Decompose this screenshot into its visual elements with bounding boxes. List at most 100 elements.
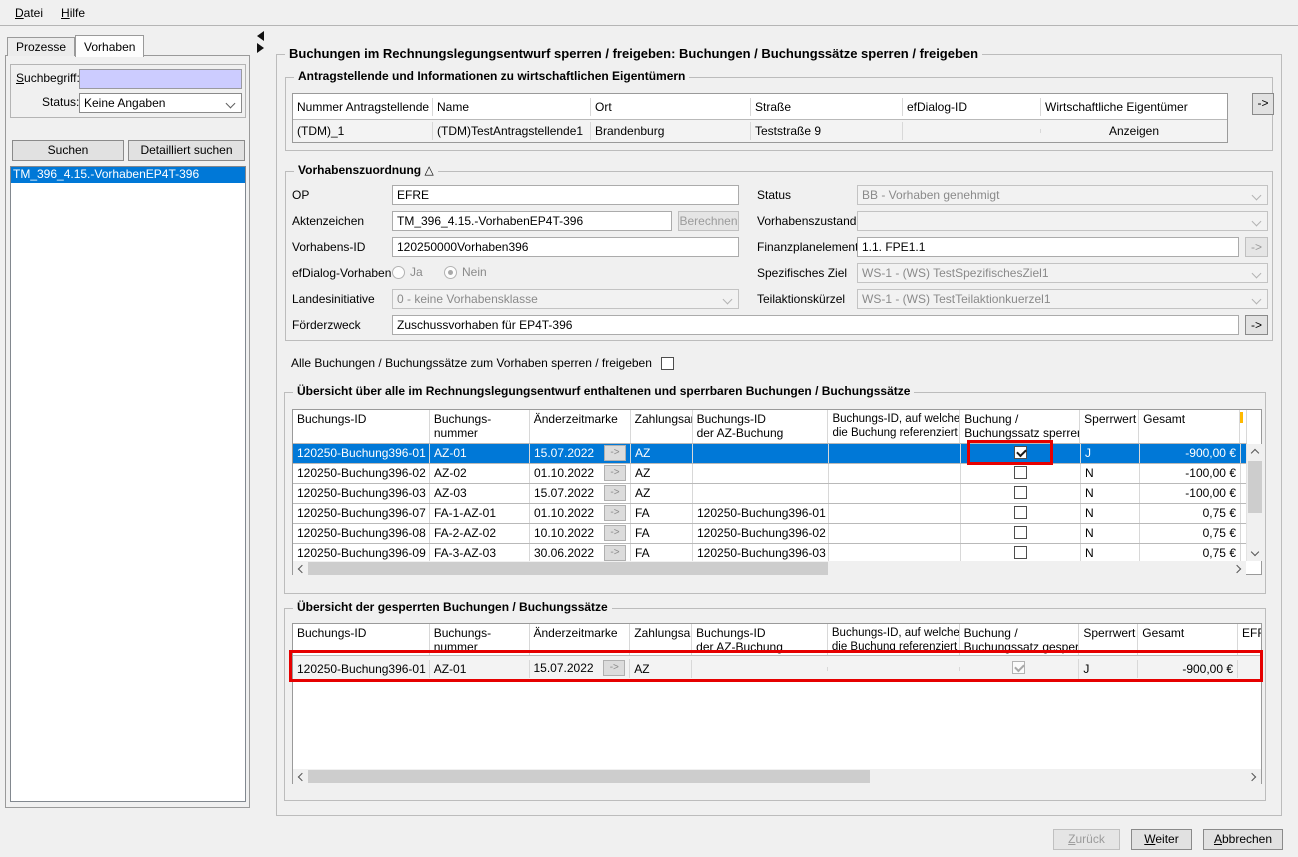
table-row[interactable]: 120250-Buchung396-09 FA-3-AZ-03 30.06.20… — [293, 544, 1247, 561]
scroll-left-icon — [298, 772, 306, 780]
zurueck-button[interactable]: Zurück — [1053, 829, 1120, 850]
row-arrow-button[interactable]: -> — [604, 505, 626, 521]
lock-row-checkbox[interactable] — [1014, 466, 1027, 479]
efdialog-vorhaben-label: efDialog-Vorhaben — [292, 263, 391, 280]
table-row[interactable]: 120250-Buchung396-01 AZ-01 15.07.2022-> … — [293, 444, 1247, 464]
table-row[interactable]: 120250-Buchung396-07 FA-1-AZ-01 01.10.20… — [293, 504, 1247, 524]
row-arrow-button[interactable]: -> — [604, 545, 626, 561]
lock-row-checkbox[interactable] — [1014, 506, 1027, 519]
lock-all-checkbox[interactable] — [661, 357, 674, 370]
scroll-left-button[interactable] — [293, 769, 308, 784]
radio-icon — [392, 266, 405, 279]
spezifisches-ziel-select[interactable]: WS-1 - (WS) TestSpezifischesZiel1 — [857, 263, 1268, 283]
scroll-right-button[interactable] — [1246, 769, 1261, 784]
application-window: Datei Hilfe Prozesse Vorhaben Suchbegrif… — [0, 0, 1298, 857]
sidebar-tabs: Prozesse Vorhaben — [7, 34, 144, 56]
scroll-right-icon — [1248, 772, 1256, 780]
page-title: Buchungen im Rechnungslegungsentwurf spe… — [285, 46, 982, 61]
suchen-button[interactable]: Suchen — [12, 140, 124, 161]
scroll-left-icon — [298, 564, 306, 572]
row-arrow-button[interactable]: -> — [604, 525, 626, 541]
scroll-up-button[interactable] — [1247, 444, 1262, 459]
applicants-table-header: Nummer Antragstellende Name Ort Straße e… — [293, 94, 1227, 120]
scroll-down-icon — [1250, 548, 1258, 556]
chevron-down-icon — [1252, 191, 1262, 201]
status-select[interactable]: Keine Angaben — [79, 93, 242, 113]
op-input[interactable]: EFRE — [392, 185, 739, 205]
foerderzweck-arrow-button[interactable]: -> — [1245, 315, 1268, 335]
teilaktionskuerzel-label: Teilaktionskürzel — [757, 289, 845, 306]
scroll-down-button[interactable] — [1247, 546, 1262, 561]
sidebar: Prozesse Vorhaben Suchbegriff: Status: K… — [5, 34, 250, 808]
horizontal-scrollbar[interactable] — [293, 561, 1246, 576]
overview-table-header: Buchungs-ID Buchungs-nummer Änderzeitmar… — [293, 410, 1247, 444]
anzeigen-cell-button[interactable]: Anzeigen — [1041, 122, 1227, 140]
search-input[interactable] — [79, 69, 242, 89]
horizontal-scrollbar[interactable] — [293, 769, 1261, 784]
locked-table: Buchungs-ID Buchungs-nummer Änderzeitmar… — [292, 623, 1262, 784]
foerderzweck-input[interactable]: Zuschussvorhaben für EP4T-396 — [392, 315, 1239, 335]
vorhabenszustand-label: Vorhabenszustand — [757, 211, 856, 228]
chevron-down-icon — [1252, 269, 1262, 279]
scrollbar-thumb[interactable] — [308, 562, 828, 575]
weiter-button[interactable]: Weiter — [1131, 829, 1192, 850]
table-row[interactable]: 120250-Buchung396-02 AZ-02 01.10.2022-> … — [293, 464, 1247, 484]
landesinitiative-label: Landesinitiative — [292, 289, 375, 306]
status-field-label: Status — [757, 185, 791, 202]
table-row[interactable]: 120250-Buchung396-08 FA-2-AZ-02 10.10.20… — [293, 524, 1247, 544]
locked-legend: Übersicht der gesperrten Buchungen / Buc… — [293, 600, 612, 614]
applicants-arrow-button[interactable]: -> — [1252, 93, 1274, 115]
vertical-scrollbar[interactable] — [1246, 444, 1262, 561]
applicant-row[interactable]: (TDM)_1 (TDM)TestAntragstellende1 Brande… — [293, 120, 1227, 142]
clipped-column-header — [1240, 410, 1246, 443]
menu-datei[interactable]: Datei — [8, 4, 50, 22]
row-arrow-button[interactable]: -> — [604, 465, 626, 481]
detailliert-suchen-button[interactable]: Detailliert suchen — [128, 140, 245, 161]
aktenzeichen-input[interactable]: TM_396_4.15.-VorhabenEP4T-396 — [392, 211, 672, 231]
vorhabens-id-input[interactable]: 120250000Vorhaben396 — [392, 237, 739, 257]
assignment-legend: Vorhabenszuordnung △ — [294, 163, 438, 177]
menu-hilfe[interactable]: Hilfe — [54, 4, 92, 22]
lock-row-checkbox[interactable] — [1014, 546, 1027, 559]
vorhabenszustand-select[interactable] — [857, 211, 1268, 231]
assignment-groupbox: Vorhabenszuordnung △ OP EFRE Aktenzeiche… — [285, 171, 1273, 341]
landesinitiative-select[interactable]: 0 - keine Vorhabensklasse — [392, 289, 739, 309]
finanzplanelement-input[interactable]: 1.1. FPE1.1 — [857, 237, 1239, 257]
locked-groupbox: Übersicht der gesperrten Buchungen / Buc… — [284, 608, 1266, 801]
overview-groupbox: Übersicht über alle im Rechnungslegungse… — [284, 392, 1266, 594]
scroll-left-button[interactable] — [293, 561, 308, 576]
lock-row-checkbox[interactable] — [1014, 526, 1027, 539]
clipped-header-mark-icon — [1240, 412, 1243, 423]
results-listbox[interactable]: TM_396_4.15.-VorhabenEP4T-396 — [10, 166, 246, 802]
search-groupbox: Suchbegriff: Status: Keine Angaben — [10, 64, 246, 118]
scrollbar-thumb[interactable] — [1248, 461, 1262, 513]
tab-prozesse[interactable]: Prozesse — [7, 37, 75, 56]
applicants-groupbox: Antragstellende und Informationen zu wir… — [285, 77, 1273, 151]
main-panel: Buchungen im Rechnungslegungsentwurf spe… — [276, 54, 1282, 816]
list-item[interactable]: TM_396_4.15.-VorhabenEP4T-396 — [11, 167, 245, 183]
abbrechen-button[interactable]: Abbrechen — [1203, 829, 1283, 850]
scroll-right-button[interactable] — [1231, 561, 1246, 576]
scroll-right-icon — [1233, 564, 1241, 572]
nein-radio[interactable]: Nein — [444, 265, 487, 279]
scroll-up-icon — [1250, 449, 1258, 457]
table-row[interactable]: 120250-Buchung396-03 AZ-03 15.07.2022-> … — [293, 484, 1247, 504]
sidebar-content: Suchbegriff: Status: Keine Angaben Suche… — [5, 55, 250, 808]
tab-vorhaben[interactable]: Vorhaben — [75, 35, 144, 57]
teilaktionskuerzel-select[interactable]: WS-1 - (WS) TestTeilaktionkuerzel1 — [857, 289, 1268, 309]
lock-row-checkbox[interactable] — [1014, 486, 1027, 499]
spezifisches-ziel-label: Spezifisches Ziel — [757, 263, 847, 280]
annotation-box-checkbox — [967, 440, 1053, 465]
status-field-select[interactable]: BB - Vorhaben genehmigt — [857, 185, 1268, 205]
row-arrow-button[interactable]: -> — [604, 485, 626, 501]
finanzplanelement-arrow-button[interactable]: -> — [1245, 237, 1268, 257]
splitter-handle[interactable] — [257, 31, 267, 53]
berechnen-button[interactable]: Berechnen — [678, 211, 739, 231]
scrollbar-thumb[interactable] — [308, 770, 870, 783]
chevron-down-icon — [1252, 295, 1262, 305]
ja-radio[interactable]: Ja — [392, 265, 423, 279]
menu-bar: Datei Hilfe — [0, 0, 1298, 26]
expand-right-icon — [257, 43, 264, 53]
chevron-down-icon — [1252, 217, 1262, 227]
row-arrow-button[interactable]: -> — [604, 445, 626, 461]
